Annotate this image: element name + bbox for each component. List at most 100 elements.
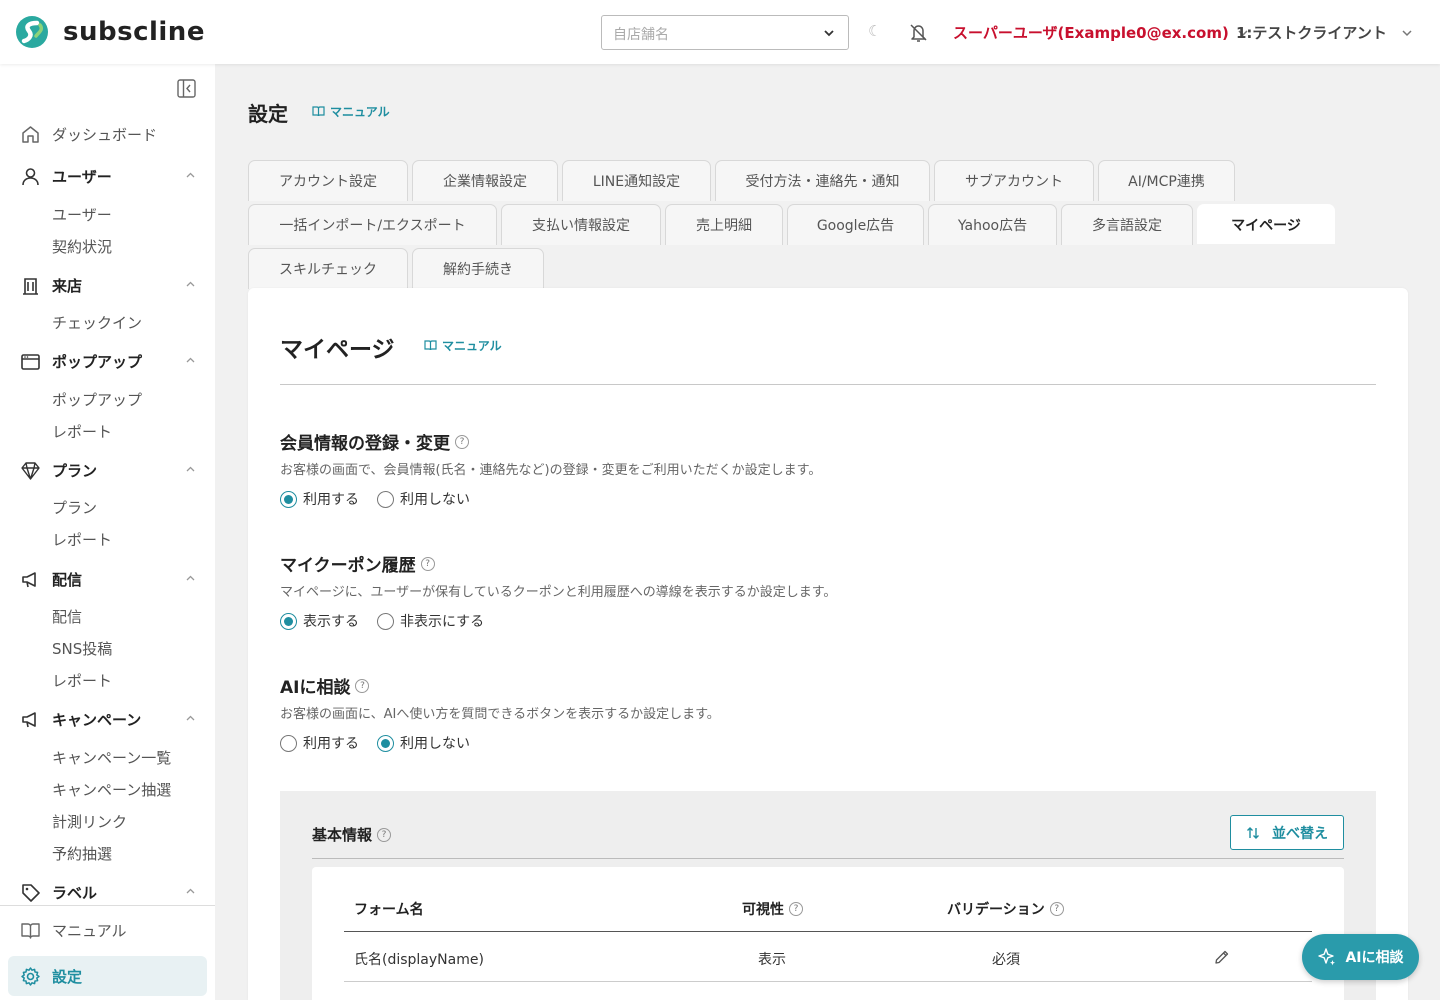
- book-icon: [21, 923, 40, 939]
- radio-label: 利用しない: [400, 736, 470, 752]
- help-icon[interactable]: ?: [1049, 902, 1064, 916]
- radio-ai-nouse[interactable]: [377, 734, 394, 752]
- user-menu[interactable]: スーパーユーザ(Example0@ex.com): [953, 22, 1249, 43]
- sidebar-group-label[interactable]: ラベル: [20, 878, 200, 904]
- tab-reception-contact[interactable]: 受付方法・連絡先・通知: [715, 160, 930, 201]
- tab-skill-check[interactable]: スキルチェック: [248, 248, 408, 289]
- sidebar-subitem-sns[interactable]: SNS投稿: [52, 638, 112, 662]
- tab-google-ads[interactable]: Google広告: [787, 204, 924, 245]
- sidebar-group-campaign[interactable]: キャンペーン: [20, 705, 200, 733]
- bell-off-icon[interactable]: [908, 22, 929, 43]
- sidebar-subitem-campaign-list[interactable]: キャンペーン一覧: [52, 747, 171, 771]
- radio-label: 表示する: [303, 614, 359, 630]
- sidebar-group-label: ユーザー: [52, 167, 112, 186]
- sidebar-subitem-popup[interactable]: ポップアップ: [52, 389, 142, 413]
- sidebar-nav: ダッシュボード ユーザー ユーザー 契約状況 来店 チェックイン ポップアップ …: [0, 120, 215, 904]
- ai-consult-label: AIに相談: [1345, 950, 1404, 966]
- tab-yahoo-ads[interactable]: Yahoo広告: [928, 204, 1057, 245]
- sidebar-item-settings[interactable]: 設定: [8, 956, 207, 996]
- logo-mark-icon: [16, 16, 48, 48]
- page-manual-link[interactable]: マニュアル: [312, 103, 390, 120]
- sidebar-item-manual[interactable]: マニュアル: [20, 920, 127, 941]
- help-icon[interactable]: ?: [420, 556, 435, 571]
- megaphone-icon: [22, 571, 36, 587]
- radio-ai-use[interactable]: [280, 734, 297, 752]
- help-icon[interactable]: ?: [789, 902, 803, 916]
- tab-bulk-import-export[interactable]: 一括インポート/エクスポート: [248, 204, 497, 245]
- ai-consult-button[interactable]: AIに相談: [1302, 934, 1419, 980]
- sidebar-group-visit[interactable]: 来店: [20, 271, 200, 299]
- building-icon: [23, 277, 38, 295]
- sidebar-subitem-delivery[interactable]: 配信: [52, 606, 82, 630]
- help-icon[interactable]: ?: [377, 827, 392, 842]
- help-icon[interactable]: ?: [355, 678, 370, 693]
- chevron-up-icon: [186, 575, 195, 581]
- page-manual-label: マニュアル: [330, 105, 390, 119]
- column-header-visibility: 可視性 ?: [742, 899, 803, 919]
- chevron-up-icon: [186, 357, 195, 363]
- sidebar-item-label: ダッシュボード: [52, 125, 158, 144]
- sidebar-subitem-contracts[interactable]: 契約状況: [52, 236, 112, 260]
- chevron-up-icon: [186, 888, 195, 894]
- column-header-text: バリデーション: [947, 902, 1045, 918]
- sidebar-subitem-plan-report[interactable]: レポート: [52, 529, 112, 553]
- logo[interactable]: subscline: [16, 16, 205, 48]
- sidebar-subitem-delivery-report[interactable]: レポート: [52, 670, 112, 694]
- sidebar: ダッシュボード ユーザー ユーザー 契約状況 来店 チェックイン ポップアップ …: [0, 64, 215, 1000]
- section-desc: マイページに、ユーザーが保有しているクーポンと利用履歴への導線を表示するか設定し…: [280, 585, 837, 600]
- chevron-up-icon: [186, 281, 195, 287]
- tab-mypage[interactable]: マイページ: [1197, 204, 1335, 244]
- tab-cancellation[interactable]: 解約手続き: [412, 248, 544, 289]
- sidebar-bottom: マニュアル 設定: [0, 905, 215, 1000]
- help-icon[interactable]: ?: [455, 434, 469, 449]
- pencil-icon[interactable]: [1214, 949, 1230, 965]
- cell-validation: 必須: [992, 952, 1020, 968]
- radio-group-member-info: 利用する 利用しない: [280, 489, 488, 509]
- tab-sub-account[interactable]: サブアカウント: [934, 160, 1094, 201]
- card-manual-link[interactable]: マニュアル: [424, 337, 502, 354]
- section-title-coupon-history: マイクーポン履歴 ?: [280, 551, 435, 576]
- sidebar-group-label: 来店: [52, 276, 83, 295]
- tab-ai-mcp[interactable]: AI/MCP連携: [1098, 160, 1235, 201]
- moon-icon[interactable]: ☾: [868, 22, 881, 40]
- sidebar-group-popup[interactable]: ポップアップ: [20, 347, 200, 375]
- sidebar-subitem-plan[interactable]: プラン: [52, 497, 97, 521]
- client-menu-label: 1:テストクライアント: [1236, 24, 1387, 42]
- column-header-text: フォーム名: [354, 902, 424, 918]
- divider: [280, 384, 1376, 385]
- column-header-text: 可視性: [742, 902, 784, 918]
- sidebar-group-delivery[interactable]: 配信: [20, 565, 200, 593]
- tab-line-notification[interactable]: LINE通知設定: [562, 160, 711, 201]
- diamond-icon: [21, 461, 40, 480]
- page-title: 設定: [248, 102, 288, 126]
- sidebar-subitem-tracking-link[interactable]: 計測リンク: [52, 811, 127, 835]
- sidebar-subitem-checkin[interactable]: チェックイン: [52, 312, 142, 336]
- sidebar-group-plan[interactable]: プラン: [20, 456, 200, 484]
- book-icon: [312, 106, 325, 117]
- tab-sales-details[interactable]: 売上明細: [665, 204, 783, 245]
- sparkle-icon: [1318, 948, 1336, 966]
- sidebar-subitem-campaign-lottery[interactable]: キャンペーン抽選: [52, 779, 171, 803]
- client-menu[interactable]: 1:テストクライアント: [1236, 22, 1413, 43]
- tab-company-info[interactable]: 企業情報設定: [412, 160, 558, 201]
- megaphone-icon: [22, 711, 36, 727]
- sidebar-subitem-popup-report[interactable]: レポート: [52, 421, 112, 445]
- sidebar-item-dashboard[interactable]: ダッシュボード: [20, 120, 200, 148]
- tab-account-settings[interactable]: アカウント設定: [248, 160, 408, 201]
- tab-multilingual[interactable]: 多言語設定: [1061, 204, 1193, 245]
- section-title-member-info: 会員情報の登録・変更 ?: [280, 429, 469, 454]
- sort-button[interactable]: 並べ替え: [1230, 815, 1344, 850]
- card-manual-label: マニュアル: [442, 339, 502, 353]
- sidebar-subitem-users[interactable]: ユーザー: [52, 204, 112, 228]
- radio-coupon-show[interactable]: [280, 612, 297, 630]
- radio-member-info-nouse[interactable]: [377, 490, 394, 508]
- store-select[interactable]: 自店舗名: [601, 15, 849, 50]
- sidebar-collapse-icon[interactable]: [176, 78, 197, 99]
- basic-info-title: 基本情報 ?: [312, 824, 392, 845]
- radio-member-info-use[interactable]: [280, 490, 297, 508]
- sidebar-group-users[interactable]: ユーザー: [20, 162, 200, 190]
- radio-coupon-hide[interactable]: [377, 612, 394, 630]
- column-header-form-name: フォーム名: [354, 899, 424, 919]
- tab-payment-info[interactable]: 支払い情報設定: [501, 204, 661, 245]
- sidebar-subitem-reservation-lottery[interactable]: 予約抽選: [52, 843, 112, 867]
